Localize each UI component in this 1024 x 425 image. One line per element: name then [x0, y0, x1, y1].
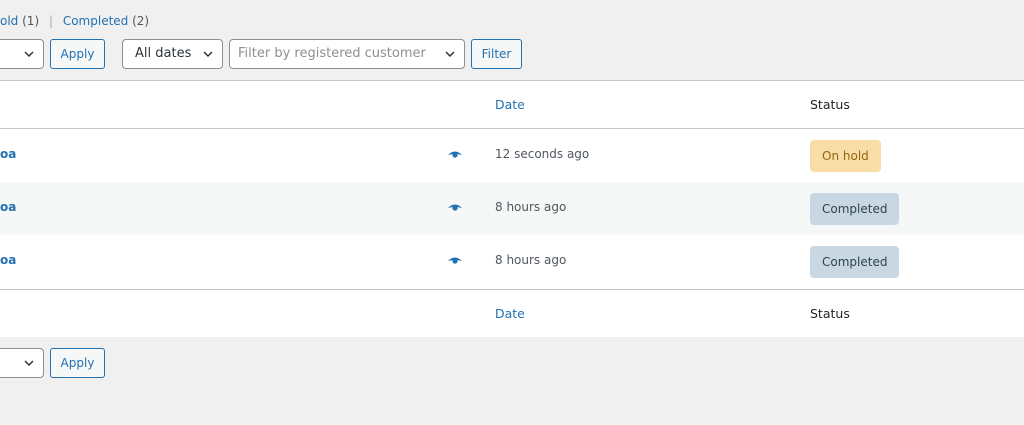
status-separator: | [48, 14, 53, 28]
status-badge: Completed [810, 246, 900, 278]
status-badge: On hold [810, 140, 881, 172]
status-link-on-hold[interactable]: old [0, 14, 18, 28]
table-footer: Date Status [0, 289, 1024, 337]
customer-filter-input[interactable]: Filter by registered customer [229, 39, 465, 69]
order-link[interactable]: oa [0, 253, 16, 267]
order-date: 12 seconds ago [495, 147, 590, 161]
apply-button-bottom[interactable]: Apply [50, 348, 105, 378]
on-hold-count: (1) [22, 14, 40, 28]
date-column-header[interactable]: Date [495, 97, 525, 112]
order-link[interactable]: oa [0, 147, 16, 161]
status-badge: Completed [810, 193, 900, 225]
status-column-footer: Status [810, 306, 850, 321]
bulk-actions-select-bottom[interactable] [0, 348, 44, 378]
table-header: Date Status [0, 81, 1024, 129]
eye-icon[interactable] [447, 202, 463, 214]
eye-icon[interactable] [447, 149, 463, 161]
order-link[interactable]: oa [0, 200, 16, 214]
orders-table: Date Status oa 12 seconds ago On hold oa… [0, 80, 1024, 337]
eye-icon[interactable] [447, 255, 463, 267]
order-date: 8 hours ago [495, 253, 567, 267]
customer-filter-placeholder: Filter by registered customer [238, 46, 426, 61]
table-row: oa 12 seconds ago On hold [0, 129, 1024, 182]
dates-select-value: All dates [135, 46, 192, 61]
date-column-footer[interactable]: Date [495, 306, 525, 321]
chevron-down-icon [445, 51, 455, 58]
status-link-completed[interactable]: Completed [63, 14, 128, 28]
table-row: oa 8 hours ago Completed [0, 182, 1024, 235]
chevron-down-icon [203, 51, 213, 58]
bulk-actions-select[interactable] [0, 39, 44, 69]
chevron-down-icon [24, 51, 34, 58]
apply-button[interactable]: Apply [50, 39, 105, 69]
table-row: oa 8 hours ago Completed [0, 235, 1024, 288]
order-date: 8 hours ago [495, 200, 567, 214]
dates-select[interactable]: All dates [122, 39, 223, 69]
filter-button[interactable]: Filter [471, 39, 522, 69]
completed-count: (2) [132, 14, 150, 28]
chevron-down-icon [24, 360, 34, 367]
status-column-header: Status [810, 97, 850, 112]
status-filter-links: old (1) | Completed (2) [0, 12, 149, 30]
